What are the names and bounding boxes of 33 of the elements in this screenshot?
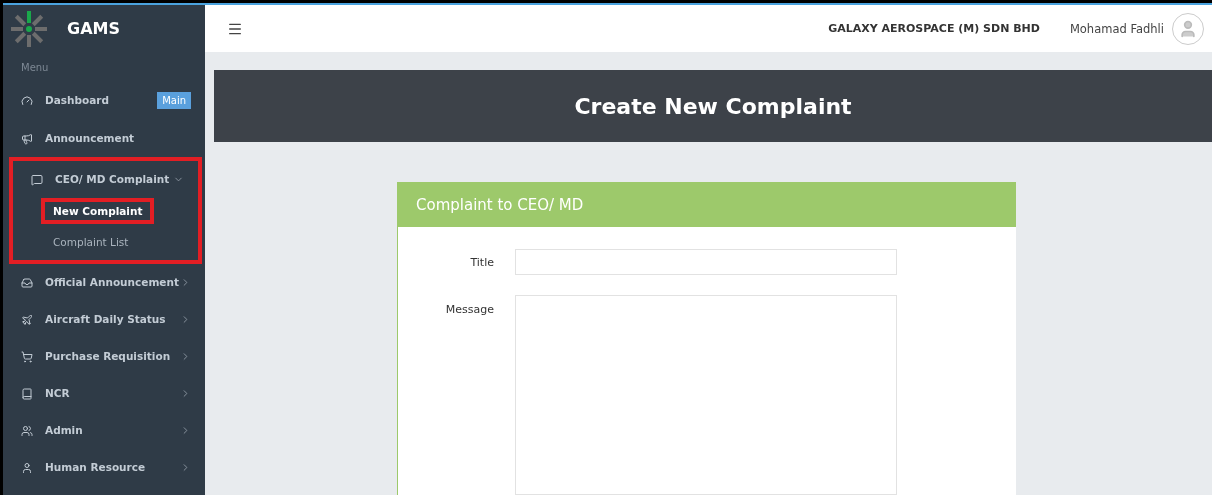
airplane-icon xyxy=(21,313,33,326)
sidebar-item[interactable]: Aircraft Daily Status xyxy=(3,301,205,338)
sidebar-item[interactable]: Announcement xyxy=(3,120,205,157)
page-title: Create New Complaint xyxy=(574,93,852,119)
title-field[interactable] xyxy=(515,249,897,275)
avatar-icon[interactable] xyxy=(1172,12,1204,45)
user-icon xyxy=(21,461,33,474)
sidebar-item[interactable]: Purchase Requisition xyxy=(3,338,205,375)
sidebar-item[interactable]: Human Resource xyxy=(3,449,205,486)
speech-bubble-icon xyxy=(31,173,43,186)
sidebar-item[interactable]: Dashboard Main xyxy=(3,81,205,120)
users-icon xyxy=(21,424,33,437)
company-name: GALAXY AEROSPACE (M) SDN BHD xyxy=(828,22,1040,35)
field-label: Title xyxy=(469,255,494,269)
badge: Main xyxy=(157,92,191,109)
submenu-item[interactable]: New Complaint xyxy=(41,198,155,224)
message-field[interactable] xyxy=(515,295,897,495)
gauge-icon xyxy=(21,94,33,107)
submenu-item[interactable]: Complaint List xyxy=(53,230,129,254)
user-name[interactable]: Mohamad Fadhli xyxy=(1069,21,1164,36)
megaphone-icon xyxy=(21,132,33,145)
sidebar-item[interactable]: Official Announcement xyxy=(3,264,205,301)
field-label: Message xyxy=(444,302,494,316)
book-icon xyxy=(21,387,33,400)
sidebar-item[interactable]: Admin xyxy=(3,412,205,449)
brand-name: GAMS xyxy=(67,19,120,38)
sidebar-item[interactable]: NCR xyxy=(3,375,205,412)
logo-icon xyxy=(9,8,49,49)
section-label: Menu xyxy=(20,61,50,75)
cart-icon xyxy=(21,350,33,363)
card-header: Complaint to CEO/ MD xyxy=(398,182,1016,227)
sidebar-item[interactable]: CEO/ MD Complaint xyxy=(13,161,198,198)
inbox-icon xyxy=(21,276,33,289)
